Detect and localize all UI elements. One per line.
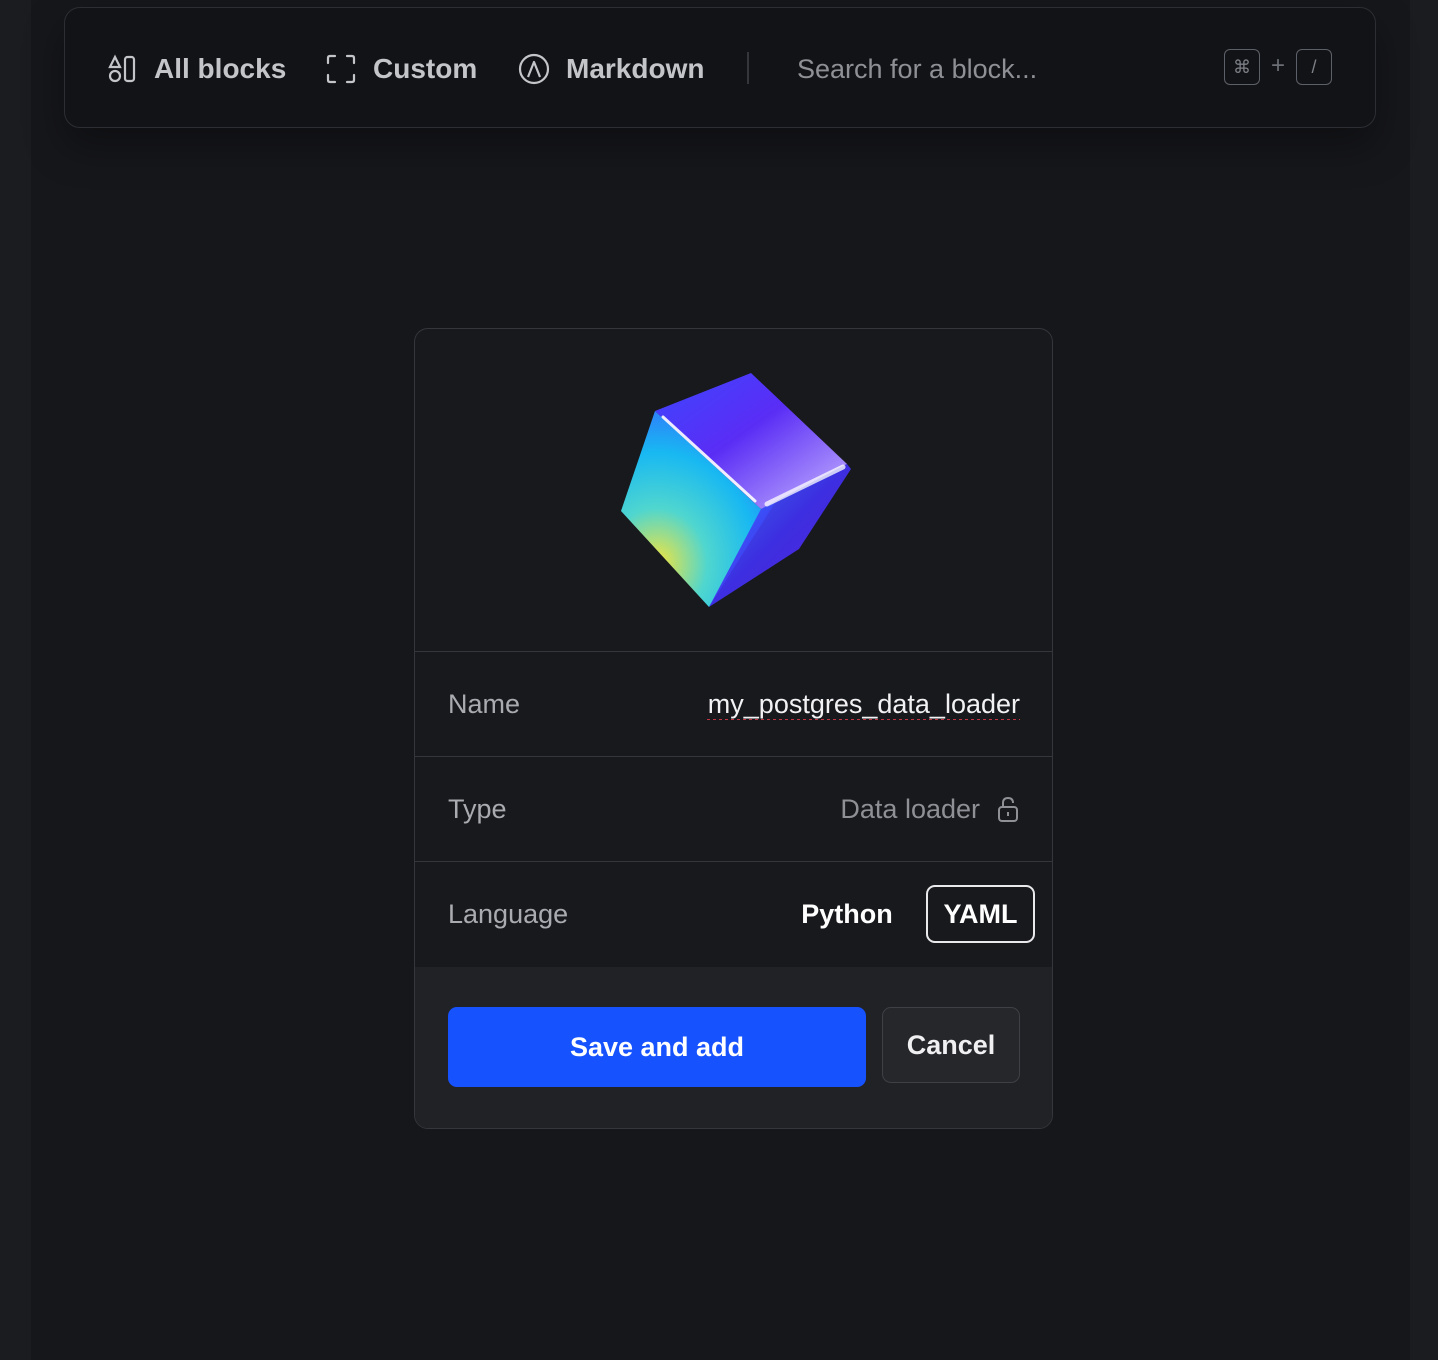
cube-logo-icon (415, 329, 1053, 651)
language-label: Language (448, 862, 568, 966)
dialog-footer: Save and add Cancel (415, 967, 1052, 1129)
name-row: Name (415, 651, 1052, 756)
cancel-button[interactable]: Cancel (882, 1007, 1020, 1083)
block-search-input[interactable] (795, 44, 1159, 94)
block-toolbar: All blocks Custom Markdown ⌘ + / (64, 7, 1376, 128)
blocks-icon (106, 53, 138, 85)
markdown-icon (518, 53, 550, 85)
new-block-dialog: Name Type Data loader Language Python YA… (414, 328, 1053, 1129)
language-row: Language Python YAML (415, 861, 1052, 966)
type-value: Data loader (840, 757, 1020, 861)
all-blocks-label: All blocks (154, 53, 286, 85)
markdown-label: Markdown (566, 53, 704, 85)
command-key-badge: ⌘ (1224, 49, 1260, 85)
block-name-input[interactable] (660, 680, 1020, 728)
toolbar-divider (747, 52, 749, 84)
custom-label: Custom (373, 53, 477, 85)
slash-key-badge: / (1296, 49, 1332, 85)
shortcut-plus: + (1271, 52, 1285, 80)
brackets-icon (325, 53, 357, 85)
language-option-yaml[interactable]: YAML (926, 885, 1035, 943)
name-label: Name (448, 652, 520, 756)
language-option-python[interactable]: Python (787, 885, 907, 943)
all-blocks-button[interactable]: All blocks (106, 46, 286, 92)
custom-button[interactable]: Custom (325, 46, 477, 92)
markdown-button[interactable]: Markdown (518, 46, 704, 92)
dialog-hero (415, 329, 1052, 651)
type-row: Type Data loader (415, 756, 1052, 861)
save-and-add-button[interactable]: Save and add (448, 1007, 866, 1087)
type-value-text: Data loader (840, 757, 980, 861)
type-label: Type (448, 757, 507, 861)
lock-icon (996, 795, 1020, 823)
